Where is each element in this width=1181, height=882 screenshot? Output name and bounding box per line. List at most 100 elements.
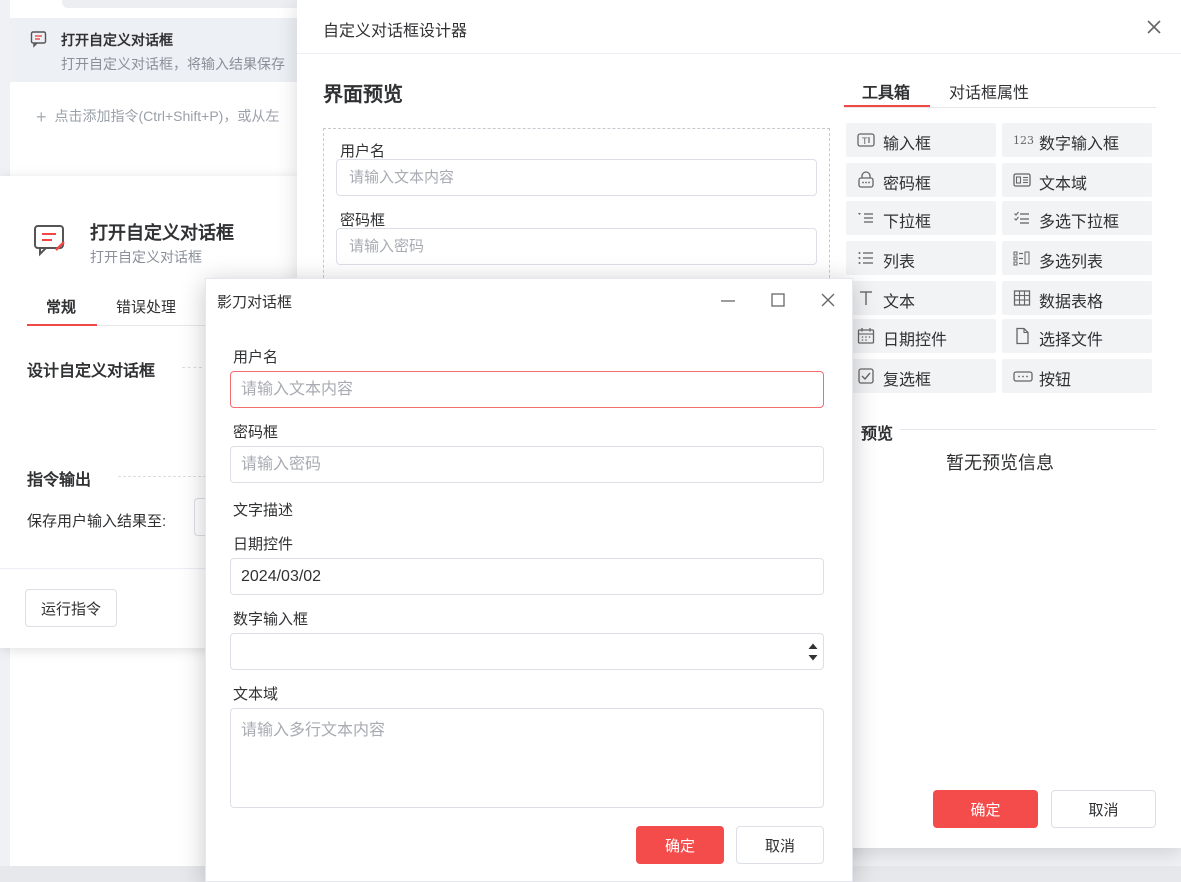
designer-header-divider — [297, 53, 1181, 54]
close-icon[interactable] — [819, 291, 837, 309]
dropdown-icon — [858, 213, 873, 223]
multi-list-icon — [1013, 251, 1030, 266]
tool-label: 日期控件 — [883, 332, 948, 349]
command-row-title: 打开自定义对话框 — [61, 32, 173, 48]
panel-subtitle: 打开自定义对话框 — [90, 249, 202, 265]
designer-cancel-button[interactable]: 取消 — [1051, 790, 1156, 828]
tool-multi-list[interactable]: 多选列表 — [1002, 241, 1152, 275]
tool-label: 多选列表 — [1039, 254, 1104, 271]
number-123-icon: 123 — [1013, 134, 1034, 147]
no-preview-message: 暂无预览信息 — [946, 453, 1054, 473]
run-command-button[interactable]: 运行指令 — [25, 589, 117, 627]
save-result-label: 保存用户输入结果至: — [27, 513, 167, 530]
plus-icon: + — [36, 107, 47, 127]
designer-title: 自定义对话框设计器 — [323, 23, 468, 40]
preview-section-divider — [900, 429, 1156, 430]
tool-label: 复选框 — [883, 372, 932, 389]
password-icon — [858, 171, 874, 188]
preview-section-title: 预览 — [861, 426, 894, 443]
tool-select-file[interactable]: 选择文件 — [1002, 319, 1152, 353]
panel-title: 打开自定义对话框 — [90, 223, 234, 243]
tool-button[interactable]: 按钮 — [1002, 359, 1152, 393]
svg-text:T: T — [861, 137, 868, 147]
section-divider — [182, 367, 202, 368]
tool-text[interactable]: 文本 — [846, 281, 996, 315]
tool-label: 列表 — [883, 254, 916, 271]
tool-label: 选择文件 — [1039, 332, 1104, 349]
active-tab-indicator — [27, 324, 97, 326]
tool-label: 输入框 — [883, 136, 932, 153]
command-row-open-dialog[interactable]: 打开自定义对话框 打开自定义对话框，将输入结果保存 — [10, 18, 302, 82]
tool-dropdown[interactable]: 下拉框 — [846, 201, 996, 235]
tab-general[interactable]: 常规 — [46, 296, 76, 317]
ui-preview-heading: 界面预览 — [323, 84, 403, 106]
dialog-confirm-button[interactable]: 确定 — [636, 826, 724, 864]
tool-label: 文本 — [883, 294, 916, 311]
dialog-edit-icon — [30, 31, 47, 48]
editor-top-strip — [62, 0, 302, 8]
number-input[interactable] — [230, 633, 824, 670]
designer-tabs: 工具箱 对话框属性 — [844, 70, 1156, 108]
table-grid-icon — [1013, 290, 1031, 306]
number-input-label: 数字输入框 — [233, 611, 309, 628]
section-divider — [118, 476, 206, 477]
multi-dropdown-icon — [1014, 211, 1029, 224]
canvas-password-label: 密码框 — [340, 212, 386, 229]
file-icon — [1016, 327, 1029, 345]
preview-dialog-window: 影刀对话框 用户名 请输入文本内容 密码框 请输入密码 文字描述 日期控件 20… — [205, 278, 853, 882]
tab-toolbox[interactable]: 工具箱 — [862, 79, 910, 103]
designer-confirm-button[interactable]: 确定 — [933, 790, 1038, 828]
tool-list[interactable]: 列表 — [846, 241, 996, 275]
tool-label: 文本域 — [1039, 176, 1088, 193]
textarea-icon — [1013, 173, 1031, 187]
svg-text:123: 123 — [1013, 134, 1034, 147]
tool-label: 多选下拉框 — [1039, 214, 1120, 231]
list-icon — [858, 252, 873, 264]
tool-data-table[interactable]: 数据表格 — [1002, 281, 1152, 315]
tool-text-input[interactable]: T 输入框 — [846, 123, 996, 157]
textarea-label: 文本域 — [233, 686, 279, 703]
dialog-edit-icon — [34, 225, 65, 257]
active-tab-indicator — [844, 105, 930, 107]
tool-textarea[interactable]: 文本域 — [1002, 163, 1152, 197]
command-row-subtitle: 打开自定义对话框，将输入结果保存 — [61, 56, 285, 72]
tool-label: 下拉框 — [883, 214, 932, 231]
tool-checkbox[interactable]: 复选框 — [846, 359, 996, 393]
tool-date-picker[interactable]: 日期控件 — [846, 319, 996, 353]
dialog-title: 影刀对话框 — [217, 294, 293, 311]
password-label: 密码框 — [233, 424, 279, 441]
tab-dialog-properties[interactable]: 对话框属性 — [949, 79, 1029, 103]
canvas-username-label: 用户名 — [340, 143, 386, 160]
tool-label: 数据表格 — [1039, 294, 1104, 311]
add-command-hint[interactable]: + 点击添加指令(Ctrl+Shift+P)，或从左 — [36, 106, 302, 128]
username-input[interactable]: 请输入文本内容 — [230, 371, 824, 408]
canvas-password-field[interactable]: 请输入密码 — [336, 228, 817, 265]
textarea-input[interactable]: 请输入多行文本内容 — [230, 708, 824, 808]
username-label: 用户名 — [233, 349, 279, 366]
calendar-icon — [857, 328, 875, 344]
tool-label: 按钮 — [1039, 372, 1072, 389]
tool-label: 数字输入框 — [1039, 136, 1120, 153]
maximize-icon[interactable] — [769, 291, 787, 309]
date-picker-input[interactable]: 2024/03/02 — [230, 558, 824, 595]
tool-password[interactable]: 密码框 — [846, 163, 996, 197]
dialog-cancel-button[interactable]: 取消 — [736, 826, 824, 864]
text-t-icon — [860, 291, 872, 305]
minimize-icon[interactable] — [719, 291, 737, 309]
password-input[interactable]: 请输入密码 — [230, 446, 824, 483]
add-command-text: 点击添加指令(Ctrl+Shift+P)，或从左 — [54, 108, 280, 124]
text-description: 文字描述 — [233, 502, 294, 519]
date-picker-label: 日期控件 — [233, 536, 294, 553]
close-icon[interactable] — [1143, 16, 1165, 38]
tool-number-input[interactable]: 123 数字输入框 — [1002, 123, 1152, 157]
design-canvas[interactable]: 用户名 请输入文本内容 密码框 请输入密码 — [323, 128, 830, 288]
tab-error-handling[interactable]: 错误处理 — [116, 296, 176, 317]
canvas-username-field[interactable]: 请输入文本内容 — [336, 159, 817, 196]
tool-label: 密码框 — [883, 176, 932, 193]
section-command-output: 指令输出 — [27, 472, 92, 489]
button-icon — [1013, 371, 1033, 382]
checkbox-icon — [858, 368, 874, 384]
number-spinner-icon[interactable] — [807, 638, 819, 666]
text-input-icon: T — [857, 133, 875, 147]
tool-multi-dropdown[interactable]: 多选下拉框 — [1002, 201, 1152, 235]
